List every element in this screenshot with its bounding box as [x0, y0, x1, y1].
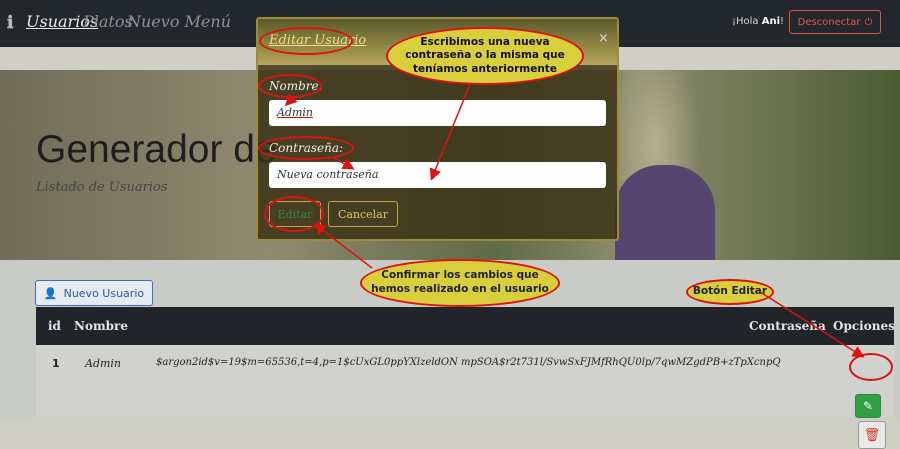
arrow-password-note: [429, 83, 471, 181]
arrow-confirm-note: [313, 223, 373, 269]
delete-button[interactable]: 🗑: [858, 421, 886, 449]
annotation-arrows: [284, 83, 865, 358]
arrow-to-password-input: [333, 157, 355, 170]
arrow-to-name-input: [284, 93, 298, 107]
trash-icon: 🗑: [863, 427, 881, 443]
arrow-edit-button-note: [759, 291, 865, 358]
